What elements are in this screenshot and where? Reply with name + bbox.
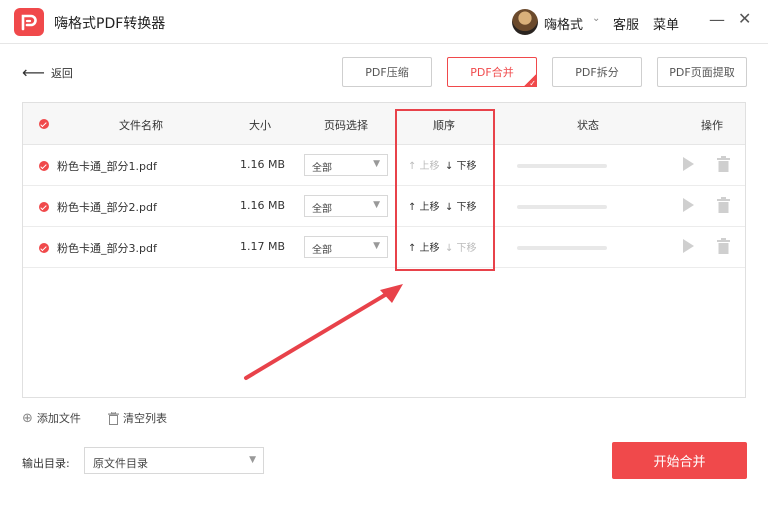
clear-list-label: 清空列表	[123, 412, 167, 425]
output-dir-select[interactable]: 原文件目录 ▼	[84, 447, 264, 474]
annotation-arrow-icon	[244, 284, 403, 380]
add-file-label: 添加文件	[36, 412, 81, 425]
start-merge-button[interactable]: 开始合并	[612, 442, 747, 479]
caret-down-icon: ▼	[249, 455, 256, 465]
add-circle-icon: ⊕	[22, 410, 33, 426]
add-file-button[interactable]: ⊕ 添加文件	[22, 410, 81, 426]
trash-small-icon	[108, 411, 119, 425]
output-dir-label: 输出目录:	[22, 457, 70, 470]
clear-list-button[interactable]: 清空列表	[108, 410, 167, 426]
output-dir-value: 原文件目录	[93, 457, 148, 470]
